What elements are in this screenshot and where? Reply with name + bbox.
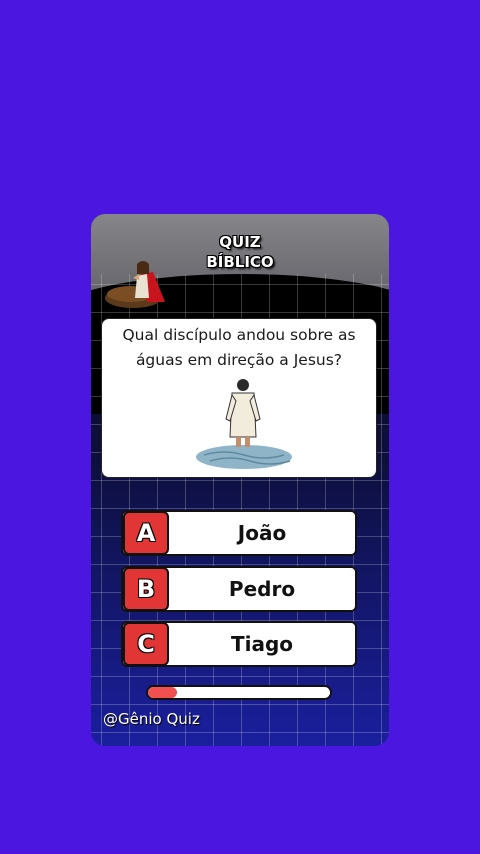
walking-on-water-icon <box>196 379 292 469</box>
answer-label-c: Tiago <box>230 632 294 656</box>
quiz-card: QUIZ BÍBLICO Qual discípulo andou sobre … <box>91 214 389 746</box>
answer-option-a[interactable]: A João <box>121 510 357 556</box>
answer-label-b: Pedro <box>228 577 296 601</box>
answer-label-a: João <box>237 521 287 545</box>
question-box: Qual discípulo andou sobre as águas em d… <box>101 318 377 478</box>
answer-letter-a: A <box>123 511 169 555</box>
timer-progress-bar <box>146 685 332 700</box>
channel-handle: @Gênio Quiz <box>103 710 200 728</box>
answer-option-c[interactable]: C Tiago <box>121 621 357 667</box>
timer-progress-fill <box>148 687 178 698</box>
question-text: Qual discípulo andou sobre as águas em d… <box>122 326 356 369</box>
answer-letter-c: C <box>123 622 169 666</box>
answer-option-b[interactable]: B Pedro <box>121 566 357 612</box>
title-line-1: QUIZ <box>219 233 261 251</box>
answer-letter-b: B <box>123 567 169 611</box>
praying-figure-icon <box>105 261 165 308</box>
